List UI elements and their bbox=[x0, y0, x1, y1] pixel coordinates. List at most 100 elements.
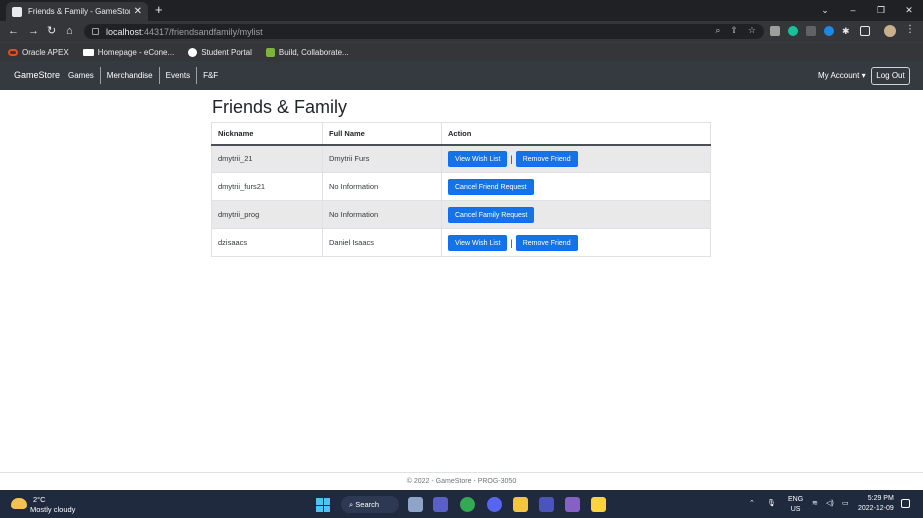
puzzle-icon[interactable]: ✱ bbox=[842, 26, 852, 36]
volume-icon[interactable]: ◁) bbox=[826, 499, 834, 507]
teams-icon[interactable] bbox=[433, 497, 448, 512]
extension-icon[interactable] bbox=[824, 26, 834, 36]
page-title: Friends & Family bbox=[212, 97, 348, 117]
page-footer: © 2022 - GameStore - PROG-3050 bbox=[0, 472, 923, 490]
extension-icon[interactable] bbox=[770, 26, 780, 36]
forward-icon[interactable]: → bbox=[28, 24, 39, 38]
share-icon[interactable]: ⇪ bbox=[730, 25, 738, 36]
notification-icon[interactable] bbox=[901, 499, 910, 508]
column-header-full-name: Full Name bbox=[322, 122, 442, 146]
python-icon[interactable] bbox=[591, 497, 606, 512]
nickname-cell: dmytrii_furs21 bbox=[211, 172, 323, 201]
action-cell: View Wish List | Remove Friend bbox=[441, 144, 711, 173]
clock[interactable]: 5:29 PM 2022-12-09 bbox=[858, 494, 894, 514]
temperature[interactable]: 2°C bbox=[33, 495, 46, 504]
nav-events[interactable]: Events bbox=[160, 67, 198, 84]
nav-links: Games Merchandise Events F&F bbox=[62, 67, 224, 84]
new-tab-button[interactable]: + bbox=[155, 2, 163, 18]
weather-text[interactable]: Mostly cloudy bbox=[30, 505, 75, 514]
chevron-up-icon[interactable]: ⌃ bbox=[749, 499, 755, 507]
dsl-icon bbox=[82, 48, 94, 56]
bookmark-homepage[interactable]: Homepage - eCone... bbox=[82, 48, 174, 57]
logout-button[interactable]: Log Out bbox=[871, 67, 910, 85]
visual-studio-icon[interactable] bbox=[565, 497, 580, 512]
url-text: localhost:44317/friendsandfamily/mylist bbox=[106, 26, 263, 37]
site-navbar: GameStore Games Merchandise Events F&F M… bbox=[0, 61, 923, 90]
view-wish-list-button[interactable]: View Wish List bbox=[448, 150, 508, 167]
nav-merchandise[interactable]: Merchandise bbox=[101, 67, 160, 84]
bookmark-build-collaborate[interactable]: Build, Collaborate... bbox=[265, 47, 349, 57]
taskbar: 2°C Mostly cloudy ⌕ Search ⌃ 🎙 ENG US ≋ ◁… bbox=[0, 490, 923, 518]
extension-icon[interactable] bbox=[806, 26, 816, 36]
wifi-icon[interactable]: ≋ bbox=[812, 499, 818, 507]
file-explorer-icon[interactable] bbox=[513, 497, 528, 512]
grammarly-icon[interactable] bbox=[788, 26, 798, 36]
star-icon[interactable]: ☆ bbox=[748, 25, 756, 36]
nav-ff[interactable]: F&F bbox=[197, 67, 224, 84]
browser-tabstrip: Friends & Family - GameStore ✕ + ⌄ – ❐ ✕ bbox=[0, 0, 923, 21]
back-icon[interactable]: ← bbox=[8, 24, 19, 38]
minimize-icon[interactable]: – bbox=[839, 0, 867, 21]
table-row: dzisaacs Daniel Isaacs View Wish List | Re… bbox=[211, 228, 711, 257]
reload-icon[interactable]: ↻ bbox=[47, 24, 56, 38]
caret-down-icon: ▾ bbox=[861, 71, 866, 80]
zoom-icon[interactable]: ⌕ bbox=[715, 25, 720, 36]
remove-friend-button[interactable]: Remove Friend bbox=[515, 234, 578, 251]
start-button[interactable] bbox=[316, 498, 330, 512]
cancel-family-request-button[interactable]: Cancel Family Request bbox=[448, 206, 535, 223]
globe-icon bbox=[188, 47, 198, 57]
teams-work-icon[interactable] bbox=[539, 497, 554, 512]
friends-table: Nickname Full Name Action dmytrii_21 Dmy… bbox=[211, 122, 711, 257]
restore-icon[interactable]: ❐ bbox=[867, 0, 895, 21]
taskbar-search[interactable]: ⌕ Search bbox=[341, 496, 399, 513]
table-row: dmytrii_furs21 No Information Cancel Fri… bbox=[211, 172, 711, 201]
cancel-friend-request-button[interactable]: Cancel Friend Request bbox=[448, 178, 534, 195]
discord-icon[interactable] bbox=[487, 497, 502, 512]
page-icon bbox=[12, 6, 22, 17]
separator: | bbox=[510, 237, 513, 248]
close-window-icon[interactable]: ✕ bbox=[895, 0, 923, 21]
omnibox-icons: ⌕ ⇪ ☆ bbox=[715, 25, 756, 36]
chrome-icon[interactable] bbox=[460, 497, 475, 512]
site-icon bbox=[265, 47, 275, 57]
home-icon[interactable]: ⌂ bbox=[66, 24, 73, 38]
full-name-cell: No Information bbox=[322, 172, 442, 201]
view-wish-list-button[interactable]: View Wish List bbox=[448, 234, 508, 251]
browser-tab[interactable]: Friends & Family - GameStore ✕ bbox=[6, 2, 148, 21]
nav-games[interactable]: Games bbox=[62, 67, 101, 84]
chevron-down-icon[interactable]: ⌄ bbox=[811, 0, 839, 21]
table-row: dmytrii_prog No Information Cancel Famil… bbox=[211, 200, 711, 229]
microphone-icon[interactable]: 🎙 bbox=[767, 499, 776, 507]
column-header-nickname: Nickname bbox=[211, 122, 323, 146]
weather-icon[interactable] bbox=[11, 498, 27, 509]
nickname-cell: dmytrii_21 bbox=[211, 144, 323, 173]
action-cell: Cancel Family Request bbox=[441, 200, 711, 229]
my-account-dropdown[interactable]: My Account ▾ bbox=[818, 71, 866, 80]
brand-link[interactable]: GameStore bbox=[14, 70, 60, 80]
full-name-cell: No Information bbox=[322, 200, 442, 229]
action-cell: View Wish List | Remove Friend bbox=[441, 228, 711, 257]
nickname-cell: dzisaacs bbox=[211, 228, 323, 257]
nickname-cell: dmytrii_prog bbox=[211, 200, 323, 229]
sidepanel-icon[interactable] bbox=[860, 26, 870, 36]
task-view-icon[interactable] bbox=[408, 497, 423, 512]
tab-title: Friends & Family - GameStore bbox=[28, 7, 130, 16]
address-bar[interactable]: localhost:44317/friendsandfamily/mylist … bbox=[84, 24, 764, 39]
column-header-action: Action bbox=[441, 122, 711, 146]
remove-friend-button[interactable]: Remove Friend bbox=[515, 150, 578, 167]
menu-icon[interactable]: ⋮ bbox=[905, 24, 915, 35]
bookmark-oracle-apex[interactable]: Oracle APEX bbox=[8, 48, 69, 57]
language-indicator[interactable]: ENG US bbox=[788, 495, 803, 515]
lock-icon[interactable] bbox=[92, 28, 99, 35]
battery-icon[interactable]: ▭ bbox=[842, 499, 849, 507]
browser-toolbar: ← → ↻ ⌂ localhost:44317/friendsandfamily… bbox=[0, 21, 923, 42]
full-name-cell: Daniel Isaacs bbox=[322, 228, 442, 257]
bookmarks-bar: Oracle APEX Homepage - eCone... Student … bbox=[0, 42, 923, 61]
table-header-row: Nickname Full Name Action bbox=[211, 122, 711, 146]
table-row: dmytrii_21 Dmytrii Furs View Wish List | R… bbox=[211, 144, 711, 173]
separator: | bbox=[510, 153, 513, 164]
close-tab-icon[interactable]: ✕ bbox=[134, 6, 142, 17]
bookmark-student-portal[interactable]: Student Portal bbox=[188, 47, 252, 57]
profile-avatar[interactable] bbox=[884, 25, 896, 37]
action-cell: Cancel Friend Request bbox=[441, 172, 711, 201]
